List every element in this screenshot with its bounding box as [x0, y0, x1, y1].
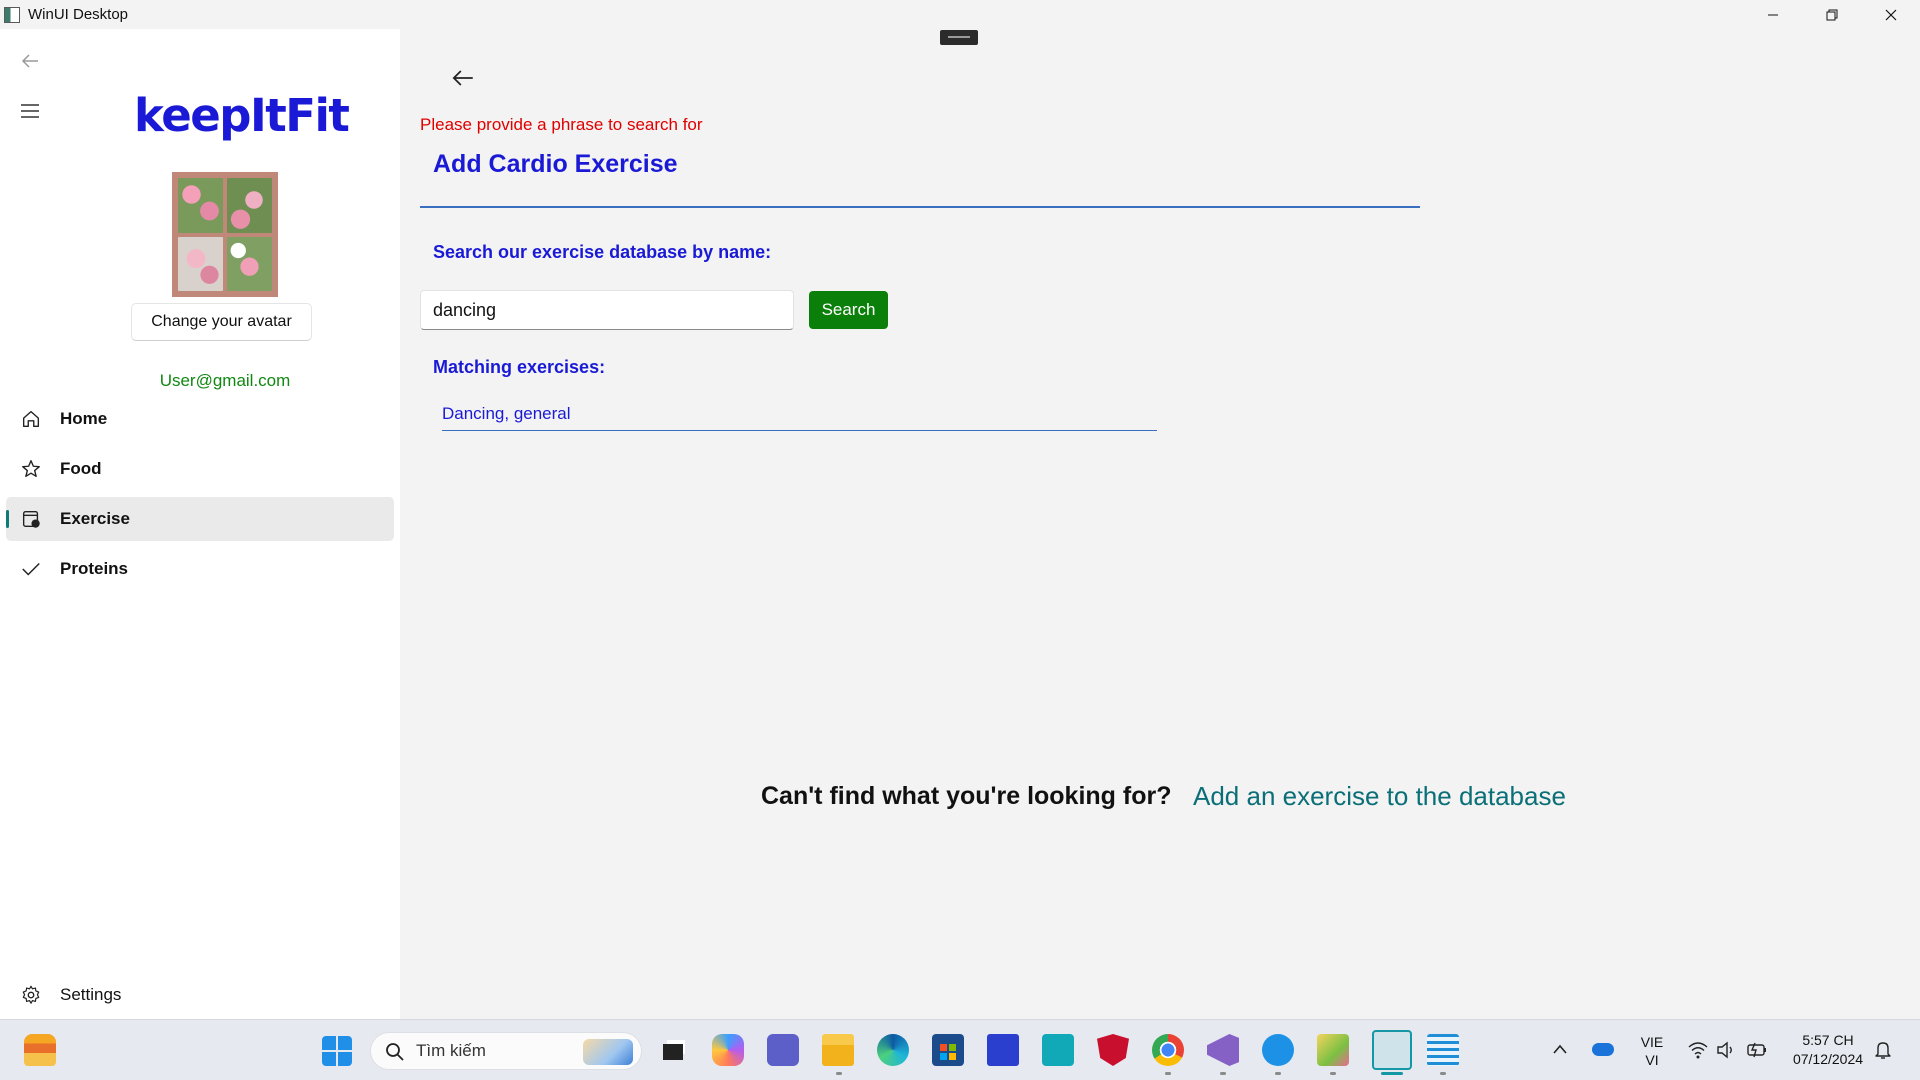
- avatar: [172, 172, 278, 297]
- clock[interactable]: 5:57 CH 07/12/2024: [1782, 1031, 1874, 1069]
- nav-item-exercise[interactable]: Exercise: [6, 497, 394, 541]
- visual-studio-icon[interactable]: [1207, 1034, 1239, 1066]
- nav-item-label: Food: [60, 459, 102, 478]
- hamburger-menu-icon[interactable]: [18, 99, 42, 123]
- main-content: Please provide a phrase to search for Ad…: [400, 29, 1920, 1019]
- clock-time: 5:57 CH: [1802, 1032, 1854, 1048]
- chrome-icon[interactable]: [1152, 1034, 1184, 1066]
- running-indicator: [836, 1072, 842, 1075]
- avatar-photo-tile: [178, 178, 223, 233]
- exercise-icon: [22, 510, 40, 528]
- nav-item-food[interactable]: Food: [6, 447, 394, 491]
- gear-icon: [22, 985, 40, 1004]
- back-arrow-icon[interactable]: [450, 65, 476, 91]
- change-avatar-button[interactable]: Change your avatar: [131, 303, 312, 341]
- running-indicator: [1165, 1072, 1171, 1075]
- exercise-search-input[interactable]: [420, 290, 794, 330]
- notepad-icon[interactable]: [1427, 1034, 1459, 1066]
- search-icon: [386, 1043, 404, 1061]
- copilot-icon[interactable]: [712, 1034, 744, 1066]
- matching-exercises-label: Matching exercises:: [433, 357, 606, 377]
- title-bar: WinUI Desktop: [0, 0, 1920, 29]
- nav-item-home[interactable]: Home: [6, 397, 394, 441]
- language-code: VIE: [1640, 1034, 1664, 1050]
- nav-back-icon[interactable]: [18, 49, 42, 73]
- math-app-icon[interactable]: [987, 1034, 1019, 1066]
- winui-app-icon[interactable]: [1372, 1030, 1412, 1070]
- exercise-result-label: Dancing, general: [442, 404, 571, 423]
- validation-error-message: Please provide a phrase to search for: [420, 115, 703, 134]
- window-title: WinUI Desktop: [28, 6, 129, 23]
- sidebar: keepItFit Change your avatar User@gmail.…: [0, 29, 400, 1019]
- onedrive-icon[interactable]: [1592, 1043, 1614, 1056]
- file-explorer-icon[interactable]: [822, 1034, 854, 1066]
- minimize-icon: [1767, 14, 1778, 15]
- app-icon: [4, 6, 20, 23]
- taskbar: Tìm kiếm VIE VI 5:57 CH 07/12/2024: [0, 1019, 1920, 1080]
- task-view-icon[interactable]: [657, 1034, 689, 1066]
- running-indicator: [1330, 1072, 1336, 1075]
- add-exercise-link[interactable]: Add an exercise to the database: [1193, 781, 1566, 812]
- edge-browser-icon[interactable]: [877, 1034, 909, 1066]
- avatar-photo-tile: [178, 236, 223, 291]
- minimize-button[interactable]: [1743, 0, 1802, 29]
- avatar-photo-tile: [227, 236, 272, 291]
- battery-icon[interactable]: [1746, 1040, 1768, 1060]
- start-icon[interactable]: [322, 1036, 352, 1066]
- close-button[interactable]: [1861, 0, 1920, 29]
- nav-item-label: Home: [60, 409, 108, 428]
- restore-button[interactable]: [1802, 0, 1861, 29]
- nav-list: Home Food Exercise Proteins: [6, 397, 394, 597]
- search-button[interactable]: Search: [809, 291, 888, 329]
- star-icon: [22, 460, 40, 478]
- mcafee-icon[interactable]: [1097, 1034, 1129, 1066]
- selection-indicator: [6, 510, 9, 528]
- widgets-icon[interactable]: [24, 1034, 56, 1066]
- wifi-icon[interactable]: [1688, 1041, 1708, 1059]
- title-divider: [420, 206, 1420, 208]
- restore-icon: [1826, 9, 1837, 20]
- exercise-result-item[interactable]: Dancing, general: [442, 396, 1157, 431]
- teams-icon[interactable]: [767, 1034, 799, 1066]
- keyboard-code: VI: [1645, 1052, 1659, 1068]
- settings-item[interactable]: Settings: [6, 975, 394, 1015]
- running-indicator: [1440, 1072, 1446, 1075]
- search-label: Search our exercise database by name:: [433, 242, 772, 262]
- nav-item-label: Exercise: [60, 509, 130, 528]
- microsoft-store-icon[interactable]: [932, 1034, 964, 1066]
- app-logo: keepItFit: [134, 89, 350, 142]
- nav-item-label: Proteins: [60, 559, 129, 578]
- chevron-up-icon[interactable]: [1552, 1043, 1568, 1055]
- clock-date: 07/12/2024: [1792, 1051, 1864, 1067]
- checkmark-icon: [22, 562, 40, 576]
- avatar-photo-tile: [227, 178, 272, 233]
- paint-tool-icon[interactable]: [1317, 1034, 1349, 1066]
- page-title: Add Cardio Exercise: [433, 150, 678, 178]
- running-indicator: [1220, 1072, 1226, 1075]
- nav-item-proteins[interactable]: Proteins: [6, 547, 394, 591]
- search-highlight-icon: [583, 1039, 633, 1065]
- docker-icon[interactable]: [1262, 1034, 1294, 1066]
- user-email: User@gmail.com: [159, 371, 291, 390]
- running-indicator: [1275, 1072, 1281, 1075]
- taskbar-search-box[interactable]: Tìm kiếm: [370, 1032, 642, 1070]
- running-indicator: [1381, 1072, 1403, 1075]
- close-icon: [1885, 9, 1896, 20]
- settings-label: Settings: [60, 985, 122, 1004]
- home-icon: [22, 410, 40, 428]
- window-controls: [1743, 0, 1920, 29]
- not-found-prompt: Can't find what you're looking for?: [761, 782, 1172, 810]
- taskbar-search-placeholder: Tìm kiếm: [416, 1041, 486, 1060]
- input-language-indicator[interactable]: VIE VI: [1636, 1033, 1668, 1069]
- volume-icon[interactable]: [1716, 1041, 1736, 1059]
- notification-bell-icon[interactable]: [1874, 1040, 1892, 1060]
- cortana-icon[interactable]: [1042, 1034, 1074, 1066]
